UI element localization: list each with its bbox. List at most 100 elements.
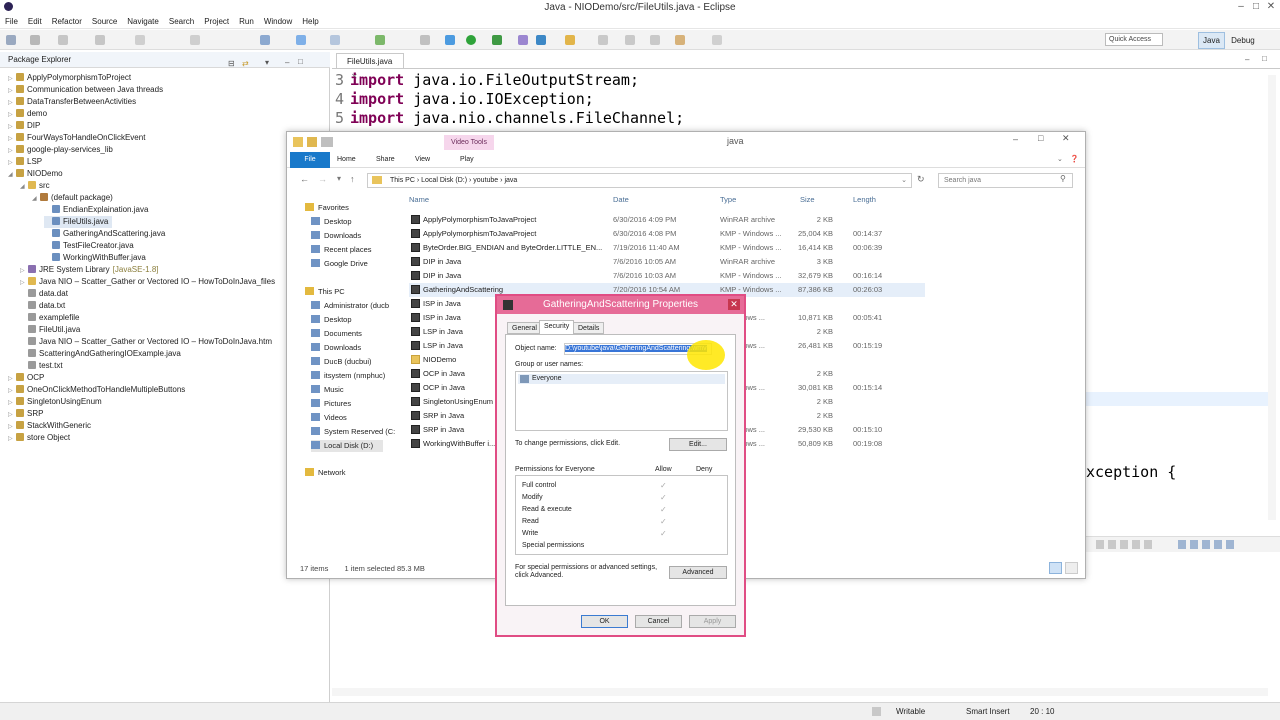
column-date[interactable]: Date [613, 195, 629, 204]
explorer-close-icon[interactable]: ✕ [1062, 133, 1070, 144]
expand-toggle-icon[interactable]: ◢ [8, 169, 16, 181]
large-icons-view-icon[interactable] [1065, 562, 1078, 574]
group-item-everyone[interactable]: Everyone [518, 374, 725, 384]
open-type-icon[interactable] [565, 35, 575, 45]
minimize-view-icon[interactable]: – [285, 55, 289, 71]
menu-edit[interactable]: Edit [23, 15, 47, 29]
column-type[interactable]: Type [720, 195, 736, 204]
save-icon[interactable] [30, 35, 40, 45]
view-toolbar-icons[interactable] [1178, 540, 1238, 549]
toolbar-icon[interactable] [330, 35, 340, 45]
nav-item[interactable]: Downloads [311, 230, 361, 242]
expand-toggle-icon[interactable]: ◢ [32, 193, 40, 205]
nav-item[interactable]: Documents [311, 328, 362, 340]
quick-access-toolbar-icons[interactable] [293, 137, 333, 147]
recent-locations-icon[interactable]: ▾ [337, 174, 341, 183]
file-row[interactable]: DIP in Java 7/6/2016 10:05 AM WinRAR archi… [409, 255, 925, 269]
ok-button[interactable]: OK [581, 615, 628, 628]
toolbar-icon[interactable] [135, 35, 145, 45]
nav-item[interactable]: Pictures [311, 398, 351, 410]
help-icon[interactable]: ❓ [1070, 152, 1079, 168]
toolbar-icon[interactable] [296, 35, 306, 45]
details-view-icon[interactable] [1049, 562, 1062, 574]
search-input[interactable]: Search java [938, 173, 1073, 188]
tree-item[interactable]: FileUtil.java [20, 324, 80, 336]
menu-help[interactable]: Help [297, 15, 323, 29]
column-length[interactable]: Length [853, 195, 876, 204]
toolbar-icon[interactable] [518, 35, 528, 45]
new-java-icon[interactable] [536, 35, 546, 45]
nav-item[interactable]: Recent places [311, 244, 372, 256]
forward-icon[interactable] [712, 35, 722, 45]
tree-item[interactable]: FileUtils.java [44, 216, 113, 228]
ribbon-tab-view[interactable]: View [415, 152, 430, 168]
nav-item[interactable]: Favorites [305, 202, 349, 214]
explorer-minimize-icon[interactable]: – [1013, 134, 1018, 144]
path-this-pc[interactable]: This PC [390, 177, 415, 184]
nav-item[interactable]: Downloads [311, 342, 361, 354]
toolbar-icon[interactable] [260, 35, 270, 45]
nav-item[interactable]: DucB (ducbui) [311, 356, 372, 368]
menu-run[interactable]: Run [234, 15, 259, 29]
code-line[interactable]: 5 import java.nio.channels.FileChannel; [322, 109, 684, 128]
run-icon[interactable] [466, 35, 476, 45]
code-fragment[interactable]: xception { [1086, 463, 1176, 482]
explorer-maximize-icon[interactable]: □ [1038, 133, 1043, 143]
menu-navigate[interactable]: Navigate [122, 15, 164, 29]
file-row[interactable]: ApplyPolymorphismToJavaProject 6/30/2016 … [409, 213, 925, 227]
tree-item[interactable]: test.txt [20, 360, 63, 372]
address-dropdown-icon[interactable]: ⌄ [901, 174, 907, 187]
nav-item[interactable]: System Reserved (C: [311, 426, 395, 438]
tab-general[interactable]: General [507, 322, 542, 334]
maximize-icon[interactable]: □ [1251, 2, 1261, 12]
ribbon-tab-play[interactable]: Play [460, 152, 474, 168]
new-icon[interactable] [6, 35, 16, 45]
file-row[interactable]: ApplyPolymorphismToJavaProject 6/30/2016 … [409, 227, 925, 241]
tree-item[interactable]: ▷ store Object [8, 432, 70, 445]
editor-tab-fileutils[interactable]: FileUtils.java ✕ [336, 53, 404, 81]
minimize-icon[interactable]: – [1236, 2, 1246, 12]
view-menu-icon[interactable]: ▾ [265, 55, 269, 71]
nav-item[interactable]: Music [311, 384, 344, 396]
nav-item[interactable]: Desktop [311, 314, 352, 326]
editor-horizontal-scrollbar[interactable] [332, 688, 1268, 696]
perspective-java[interactable]: Java [1198, 32, 1225, 49]
nav-item[interactable]: itsystem (nmphuc) [311, 370, 385, 382]
nav-item[interactable]: Google Drive [311, 258, 368, 270]
dialog-close-button[interactable]: ✕ [728, 299, 740, 310]
toolbar-icon[interactable] [420, 35, 430, 45]
maximize-view-icon[interactable]: □ [298, 54, 303, 70]
nav-item[interactable]: This PC [305, 286, 345, 298]
toolbar-icon[interactable] [650, 35, 660, 45]
tree-item[interactable]: EndianExplaination.java [44, 204, 148, 216]
toolbar-icon[interactable] [375, 35, 385, 45]
address-bar[interactable]: This PC › Local Disk (D:) › youtube › ja… [367, 173, 912, 188]
toolbar-icon[interactable] [598, 35, 608, 45]
menu-file[interactable]: File [0, 15, 23, 29]
tree-item[interactable]: data.txt [20, 300, 65, 312]
ribbon-tab-file[interactable]: File [290, 152, 330, 168]
nav-item[interactable]: Network [305, 467, 346, 479]
debug-icon[interactable] [445, 35, 455, 45]
video-tools-context-tab[interactable]: Video Tools [444, 135, 494, 150]
toolbar-icon[interactable] [95, 35, 105, 45]
path-youtube[interactable]: youtube [473, 177, 498, 184]
code-line[interactable]: 3 import java.io.FileOutputStream; [322, 71, 639, 90]
close-icon[interactable]: ✕ [1266, 2, 1276, 12]
group-list[interactable]: Everyone [515, 371, 728, 431]
toolbar-icon[interactable] [625, 35, 635, 45]
maximize-editor-icon[interactable]: □ [1262, 54, 1267, 63]
file-row[interactable]: ByteOrder.BIG_ENDIAN and ByteOrder.LITTL… [409, 241, 925, 255]
nav-item[interactable]: Desktop [311, 216, 352, 228]
menu-project[interactable]: Project [199, 15, 234, 29]
tab-security[interactable]: Security [539, 320, 575, 335]
ribbon-tab-home[interactable]: Home [337, 152, 356, 168]
tree-item[interactable]: GatheringAndScattering.java [44, 228, 165, 240]
file-row[interactable]: DIP in Java 7/6/2016 10:03 AM KMP - Window… [409, 269, 925, 283]
quick-access-input[interactable]: Quick Access [1105, 33, 1163, 46]
ribbon-tab-share[interactable]: Share [376, 152, 395, 168]
tree-item[interactable]: data.dat [20, 288, 68, 300]
external-tools-icon[interactable] [492, 35, 502, 45]
menu-window[interactable]: Window [259, 15, 297, 29]
expand-ribbon-icon[interactable]: ⌄ [1057, 152, 1063, 168]
